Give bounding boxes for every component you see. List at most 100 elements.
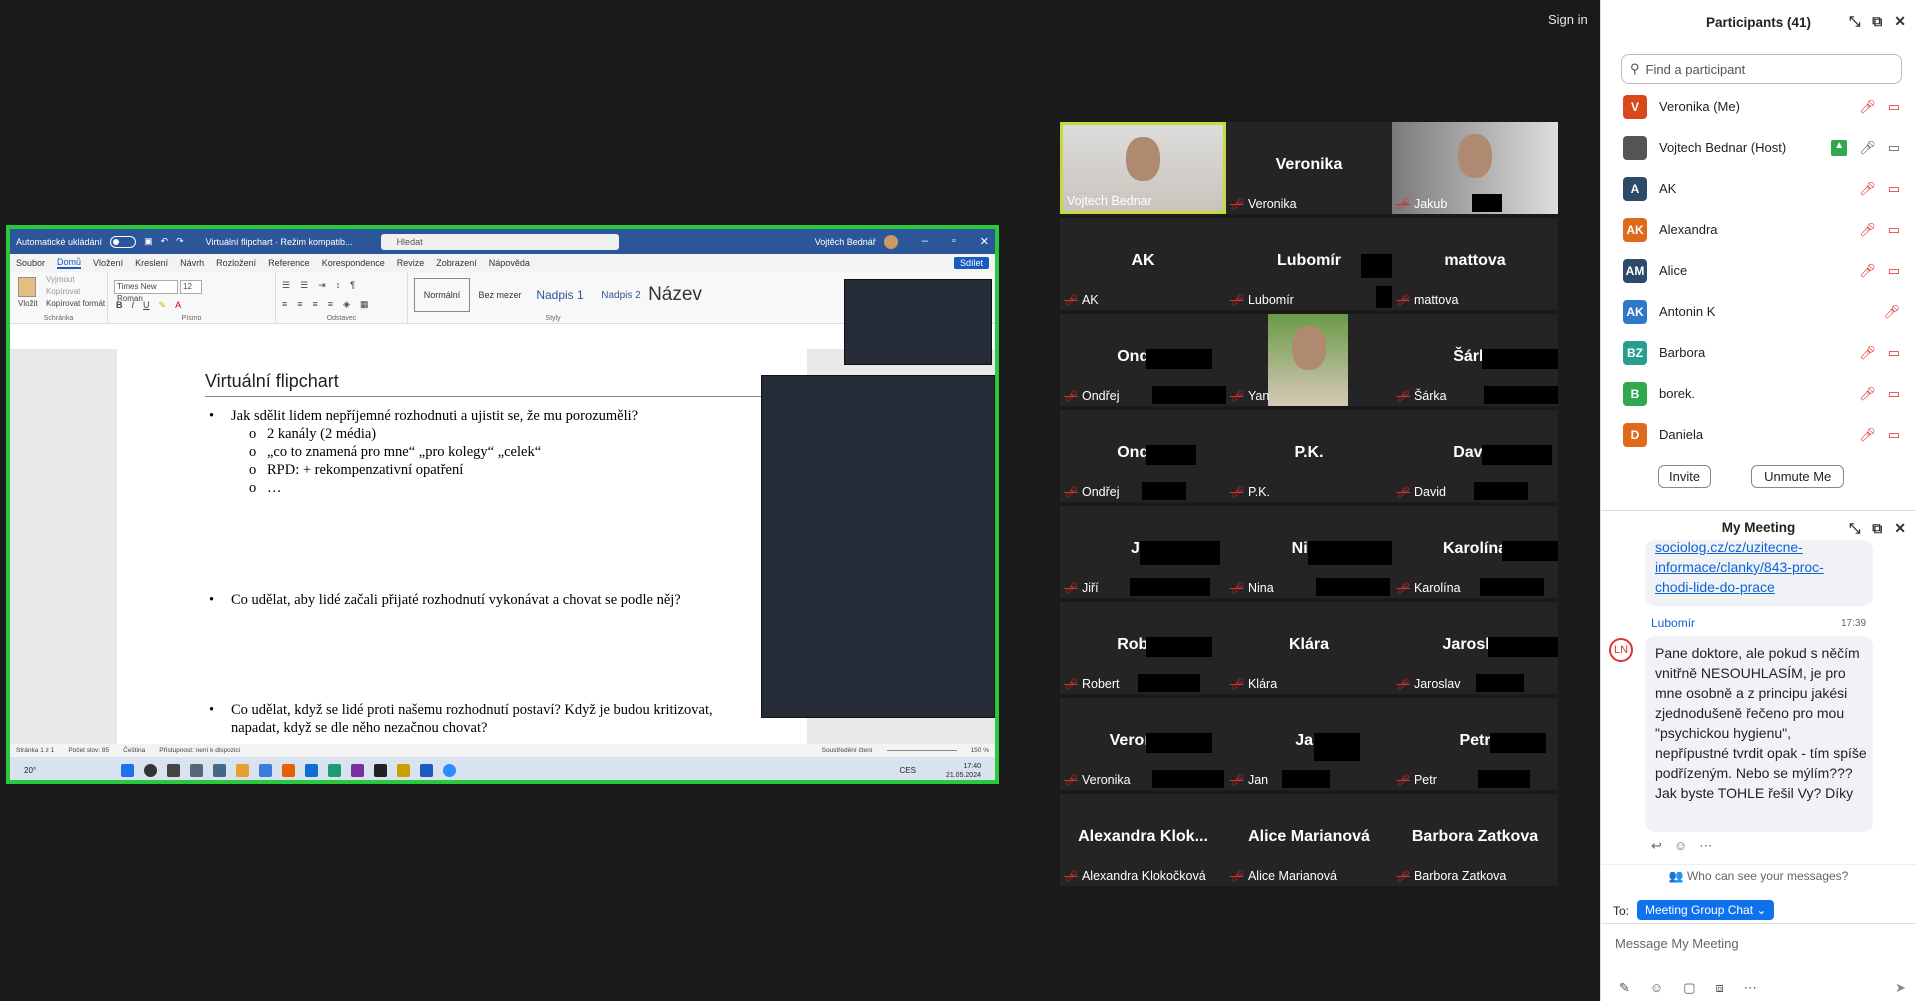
close-icon[interactable]: ✕ <box>980 235 989 248</box>
zoom-icon[interactable] <box>443 764 457 777</box>
sender-name[interactable]: Lubomír <box>1651 616 1695 630</box>
more-icon[interactable]: ⋯ <box>1699 838 1712 854</box>
align-center-icon[interactable]: ≡ <box>297 299 302 310</box>
underline-icon[interactable]: U <box>143 300 150 311</box>
participant-row[interactable]: V Veronika (Me) 🎤︎ ▭ <box>1601 86 1916 127</box>
redo-icon[interactable]: ↷ <box>176 236 184 247</box>
app-icon[interactable] <box>374 764 388 777</box>
justify-icon[interactable]: ≡ <box>328 299 333 310</box>
font-color-icon[interactable]: A <box>175 300 181 311</box>
borders-icon[interactable]: ▦ <box>360 299 369 310</box>
video-off-icon[interactable]: ▭ <box>1888 386 1900 402</box>
style-heading-2[interactable]: Nadpis 2 <box>592 278 650 312</box>
screenshot-icon[interactable]: ⧈ <box>1715 980 1723 996</box>
undo-icon[interactable]: ↶ <box>161 236 169 247</box>
invite-button[interactable]: Invite <box>1658 465 1712 488</box>
video-off-icon[interactable]: ▭ <box>1888 222 1900 238</box>
word-search[interactable]: Hledat <box>380 233 619 250</box>
file-icon[interactable]: ▢ <box>1683 980 1695 996</box>
participant-row[interactable]: BZ Barbora 🎤︎ ▭ <box>1601 332 1916 373</box>
sort-icon[interactable]: ↕ <box>336 280 341 291</box>
document-page[interactable]: Virtuální flipchart • Jak sdělit lidem n… <box>117 349 807 744</box>
app-icon[interactable] <box>213 764 227 777</box>
muted-mic-icon[interactable]: 🎤︎ <box>1859 345 1876 361</box>
settings-icon[interactable] <box>190 764 204 777</box>
paste-icon[interactable] <box>18 277 36 297</box>
menu-tab-2[interactable]: Vložení <box>93 258 123 268</box>
start-icon[interactable] <box>121 764 135 777</box>
video-tile[interactable]: mattova 🎤︎ mattova <box>1392 218 1558 310</box>
style-heading-1[interactable]: Nadpis 1 <box>530 278 590 312</box>
word-icon[interactable] <box>420 764 434 777</box>
unmute-me-button[interactable]: Unmute Me <box>1751 465 1845 488</box>
search-icon[interactable] <box>144 764 158 777</box>
muted-mic-icon[interactable]: 🎤︎ <box>1859 386 1876 402</box>
indent-icon[interactable]: ⇥ <box>318 280 326 291</box>
font-size-select[interactable]: 12 <box>180 280 202 294</box>
format-painter-button[interactable]: Kopírovat formát <box>46 299 105 308</box>
app-icon[interactable] <box>259 764 273 777</box>
video-off-icon[interactable]: ▭ <box>1888 427 1900 443</box>
style-title[interactable]: Název <box>648 278 702 312</box>
participant-row[interactable]: Vojtech Bednar (Host) ▲ 🎤︎ ▭ <box>1601 127 1916 168</box>
app-icon[interactable] <box>305 764 319 777</box>
menu-tab-5[interactable]: Rozložení <box>216 258 256 268</box>
video-off-icon[interactable]: ▭ <box>1888 263 1900 279</box>
pilcrow-icon[interactable]: ¶ <box>350 280 355 291</box>
font-select[interactable]: Times New Roman <box>114 280 178 303</box>
style-no-spacing[interactable]: Bez mezer <box>472 278 528 312</box>
sign-in-link[interactable]: Sign in <box>1548 12 1588 27</box>
video-tile[interactable]: Jiří🎤︎Jiří <box>1060 506 1226 598</box>
participant-row[interactable]: A AK 🎤︎ ▭ <box>1601 168 1916 209</box>
video-tile[interactable]: David 🎤︎ David <box>1392 410 1558 502</box>
close-icon[interactable]: ✕ <box>1894 13 1906 30</box>
save-icon[interactable]: ▣ <box>144 236 153 247</box>
video-tile[interactable]: Vojtech Bednar <box>1060 122 1226 214</box>
numbering-icon[interactable]: ☰ <box>300 280 308 291</box>
video-tile[interactable]: Karolína 🎤︎ Karolína <box>1392 506 1558 598</box>
weather-widget[interactable]: 20° <box>24 766 36 775</box>
video-tile[interactable]: Robert 🎤︎ Robert <box>1060 602 1226 694</box>
video-tile[interactable]: Barbora Zatkova 🎤︎ Barbora Zatkova <box>1392 794 1558 886</box>
chat-link[interactable]: sociolog.cz/cz/uzitecne-informace/clanky… <box>1655 537 1835 597</box>
close-icon[interactable]: ✕ <box>1894 520 1906 537</box>
copy-button[interactable]: Kopírovat <box>46 287 80 296</box>
video-tile[interactable]: Klára 🎤︎ Klára <box>1226 602 1392 694</box>
muted-mic-icon[interactable]: 🎤︎ <box>1883 304 1900 320</box>
popout-icon[interactable]: ⧉ <box>1872 13 1882 30</box>
participant-row[interactable]: AM Alice 🎤︎ ▭ <box>1601 250 1916 291</box>
video-tile[interactable]: Šárka 🎤︎ Šárka <box>1392 314 1558 406</box>
menu-tab-6[interactable]: Reference <box>268 258 310 268</box>
menu-tab-7[interactable]: Korespondence <box>322 258 385 268</box>
menu-tab-1[interactable]: Domů <box>57 257 82 269</box>
autosave-toggle[interactable] <box>110 235 137 248</box>
video-tile[interactable]: Alice Marianová 🎤︎ Alice Marianová <box>1226 794 1392 886</box>
menu-tab-8[interactable]: Revize <box>397 258 425 268</box>
bullets-icon[interactable]: ☰ <box>282 280 290 291</box>
video-icon[interactable]: ▭ <box>1888 140 1900 156</box>
video-off-icon[interactable]: ▭ <box>1888 99 1900 115</box>
video-off-icon[interactable]: ▭ <box>1888 181 1900 197</box>
emoji-icon[interactable]: ☺ <box>1650 980 1663 996</box>
emoji-icon[interactable]: ☺ <box>1674 838 1687 854</box>
participant-row[interactable]: AK Alexandra 🎤︎ ▭ <box>1601 209 1916 250</box>
focus-mode[interactable]: Soustředění čtení <box>822 747 873 754</box>
participant-row[interactable]: Bborek. 🎤︎ ▭ <box>1601 373 1916 414</box>
shading-icon[interactable]: ◈ <box>343 299 350 310</box>
mic-icon[interactable]: 🎤︎ <box>1859 140 1876 156</box>
recipient-dropdown[interactable]: Meeting Group Chat ⌄ <box>1637 900 1775 920</box>
format-icon[interactable]: ✎ <box>1619 980 1630 996</box>
firefox-icon[interactable] <box>282 764 296 777</box>
taskview-icon[interactable] <box>167 764 181 777</box>
participant-search-input[interactable]: ⚲ Find a participant <box>1621 54 1902 84</box>
muted-mic-icon[interactable]: 🎤︎ <box>1859 181 1876 197</box>
cut-button[interactable]: Vyjmout <box>46 275 75 284</box>
app-icon[interactable] <box>236 764 250 777</box>
italic-icon[interactable]: I <box>132 300 135 311</box>
video-tile[interactable]: Alexandra Klok... 🎤︎ Alexandra Klokočková <box>1060 794 1226 886</box>
menu-tab-10[interactable]: Nápověda <box>489 258 530 268</box>
more-icon[interactable]: ⋯ <box>1744 980 1757 996</box>
video-tile[interactable]: Ondřej 🎤︎ Ondřej <box>1060 314 1226 406</box>
edge-icon[interactable] <box>328 764 342 777</box>
style-normal[interactable]: Normální <box>414 278 470 312</box>
